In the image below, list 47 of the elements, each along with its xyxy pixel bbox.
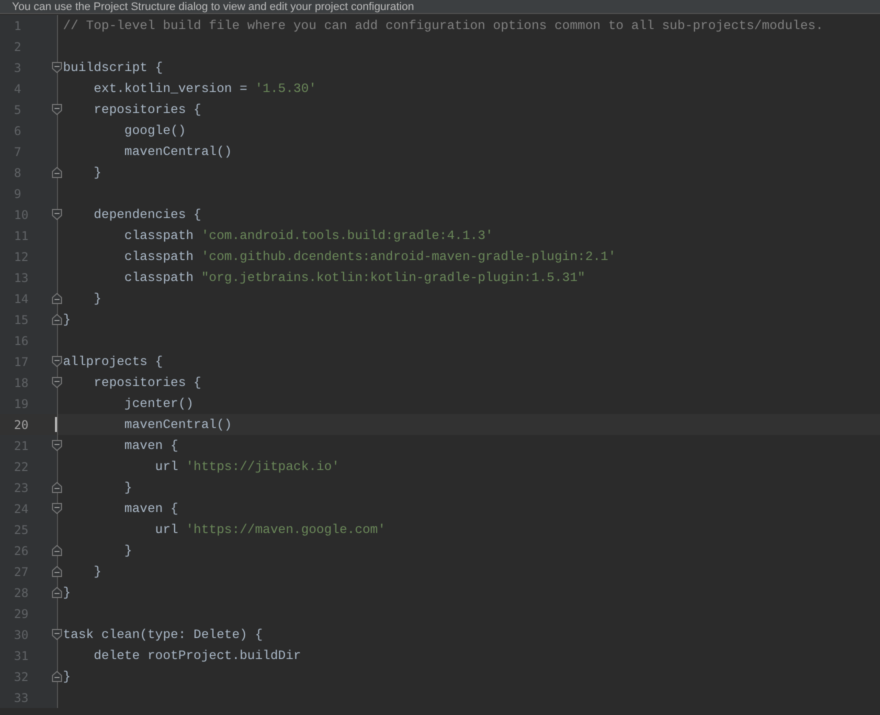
fold-icon[interactable] bbox=[52, 209, 62, 220]
fold-icon[interactable] bbox=[52, 293, 62, 304]
code-line: ext.kotlin_version = '1.5.30' bbox=[92, 80, 316, 98]
code-line: classpath 'com.android.tools.build:gradle:4.1.3' bbox=[123, 227, 494, 245]
fold-icon[interactable] bbox=[52, 356, 62, 367]
code-line: repositories { bbox=[92, 374, 202, 392]
code-line: dependencies { bbox=[92, 206, 202, 224]
code-line: } bbox=[63, 668, 71, 686]
fold-icon[interactable] bbox=[52, 314, 62, 325]
fold-icon[interactable] bbox=[52, 566, 62, 577]
fold-icon[interactable] bbox=[52, 629, 62, 640]
code-line: maven { bbox=[123, 437, 178, 455]
code-line: classpath 'com.github.dcendents:android-maven-gradle-plugin:2.1' bbox=[123, 248, 616, 266]
code-line: url 'https://maven.google.com' bbox=[154, 521, 386, 539]
fold-icon[interactable] bbox=[52, 671, 62, 682]
fold-icon[interactable] bbox=[52, 545, 62, 556]
code-line: buildscript { bbox=[63, 59, 163, 77]
code-line: mavenCentral() bbox=[123, 416, 232, 434]
code-line: google() bbox=[123, 122, 186, 140]
code-line: } bbox=[92, 563, 102, 581]
fold-icon[interactable] bbox=[52, 62, 62, 73]
code-line: classpath "org.jetbrains.kotlin:kotlin-gradle-plugin:1.5.31" bbox=[123, 269, 586, 287]
code-line: repositories { bbox=[92, 101, 202, 119]
banner-text: You can use the Project Structure dialog to view and edit your project configuration bbox=[11, 1, 414, 13]
code-line: url 'https://jitpack.io' bbox=[154, 458, 340, 476]
code-line: mavenCentral() bbox=[123, 143, 232, 161]
code-line: jcenter() bbox=[123, 395, 194, 413]
fold-icon[interactable] bbox=[52, 167, 62, 178]
fold-icon[interactable] bbox=[52, 482, 62, 493]
code-line: } bbox=[63, 584, 71, 602]
code-line: maven { bbox=[123, 500, 178, 518]
code-line: } bbox=[92, 164, 102, 182]
code-line: } bbox=[63, 311, 71, 329]
fold-icon[interactable] bbox=[52, 503, 62, 514]
line-number: 20 bbox=[13, 418, 30, 432]
code-line: delete rootProject.buildDir bbox=[92, 647, 302, 665]
code-line: task clean(type: Delete) { bbox=[63, 626, 263, 644]
text-cursor bbox=[55, 417, 57, 432]
fold-icon[interactable] bbox=[52, 104, 62, 115]
code-line: } bbox=[123, 542, 132, 560]
code-line: } bbox=[92, 290, 102, 308]
code-line: } bbox=[123, 479, 132, 497]
fold-icon[interactable] bbox=[52, 377, 62, 388]
fold-icon[interactable] bbox=[52, 587, 62, 598]
fold-icon[interactable] bbox=[52, 440, 62, 451]
code-line: allprojects { bbox=[63, 353, 163, 371]
code-line: // Top-level build file where you can add configuration options common to all sub-projects/modules. bbox=[63, 17, 824, 35]
